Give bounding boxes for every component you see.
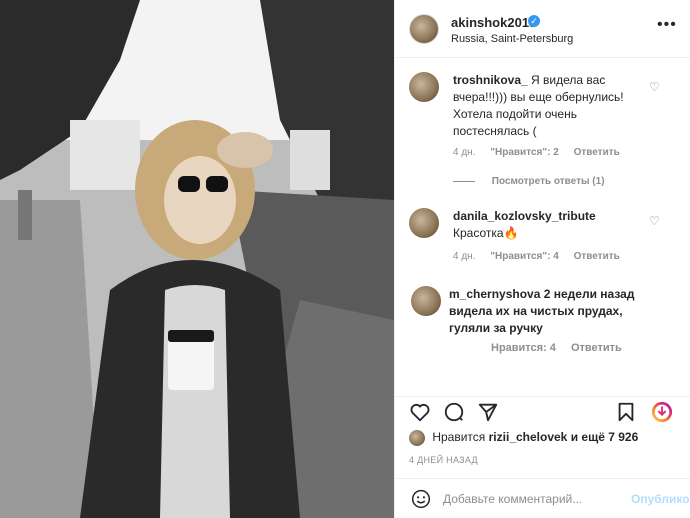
comment-meta: Нравится: 4 Ответить — [491, 342, 634, 354]
post-actions — [395, 396, 690, 426]
comment-reply-button[interactable]: Ответить — [571, 342, 622, 354]
bookmark-icon[interactable] — [615, 401, 637, 423]
replies-divider — [453, 180, 475, 182]
likes-summary: Нравится rizii_chelovek и ещё 7 926 — [409, 430, 638, 446]
publish-button[interactable]: Опубликовать — [631, 492, 690, 506]
comment-body: m_chernyshova 2 недели назад видела их н… — [449, 286, 653, 337]
comment-text: видела их на чистых прудах, гуляли за ру… — [449, 304, 623, 335]
author-username[interactable]: akinshok2013 — [451, 15, 536, 30]
author-avatar[interactable] — [409, 14, 439, 44]
post-date: 4 ДНЕЙ НАЗАД — [409, 455, 478, 465]
comment-likes[interactable]: Нравится: 4 — [491, 342, 556, 354]
comment-likes[interactable]: "Нравится": 4 — [490, 251, 559, 262]
likes-count[interactable]: и ещё 7 926 — [571, 430, 639, 444]
liker-avatar[interactable] — [409, 430, 425, 446]
view-replies-button[interactable]: Посмотреть ответы (1) — [453, 176, 605, 187]
comment-input[interactable]: Добавьте комментарий... — [443, 492, 582, 506]
comment-time: 4 дн. — [453, 251, 476, 262]
comment-reply-button[interactable]: Ответить — [574, 147, 620, 158]
comment-username[interactable]: m_chernyshova — [449, 287, 540, 301]
view-replies-label: Посмотреть ответы (1) — [491, 176, 605, 187]
comment-icon[interactable] — [443, 401, 465, 423]
share-icon[interactable] — [477, 401, 499, 423]
download-extension-icon[interactable] — [651, 401, 673, 423]
comment-text: Красотка🔥 — [453, 226, 519, 240]
comment-body: troshnikova_ Я видела вас вчера!!!))) вы… — [453, 72, 639, 140]
comment-username[interactable]: danila_kozlovsky_tribute — [453, 208, 643, 225]
comment-time: 2 недели назад — [543, 287, 635, 301]
comment-likes[interactable]: "Нравится": 2 — [490, 147, 559, 158]
emoji-icon[interactable] — [411, 489, 431, 509]
comment-avatar[interactable] — [409, 208, 439, 238]
post-panel: akinshok2013 ✓ Russia, Saint-Petersburg … — [394, 0, 690, 518]
post-header: akinshok2013 ✓ Russia, Saint-Petersburg … — [395, 0, 690, 58]
comment-meta: 4 дн. "Нравится": 4 Ответить — [453, 251, 632, 262]
post-location[interactable]: Russia, Saint-Petersburg — [451, 33, 573, 45]
more-options-icon[interactable]: ••• — [657, 16, 677, 34]
post-photo[interactable] — [0, 0, 394, 518]
comment-body: danila_kozlovsky_tribute Красотка🔥 — [453, 208, 643, 242]
like-comment-heart-icon[interactable]: ♡ — [649, 214, 660, 228]
liker-username[interactable]: rizii_chelovek — [489, 430, 568, 444]
verified-badge-icon: ✓ — [528, 15, 540, 27]
like-comment-heart-icon[interactable]: ♡ — [649, 80, 660, 94]
comment-username[interactable]: troshnikova_ — [453, 73, 528, 87]
comment-reply-button[interactable]: Ответить — [574, 251, 620, 262]
comment-avatar[interactable] — [411, 286, 441, 316]
heart-icon[interactable] — [409, 401, 431, 423]
likes-prefix: Нравится — [432, 430, 486, 445]
comment-meta: 4 дн. "Нравится": 2 Ответить — [453, 147, 632, 158]
comment-time: 4 дн. — [453, 147, 476, 158]
add-comment-bar: Добавьте комментарий... Опубликовать — [395, 478, 690, 518]
comment-avatar[interactable] — [409, 72, 439, 102]
photo-illustration — [0, 0, 394, 518]
